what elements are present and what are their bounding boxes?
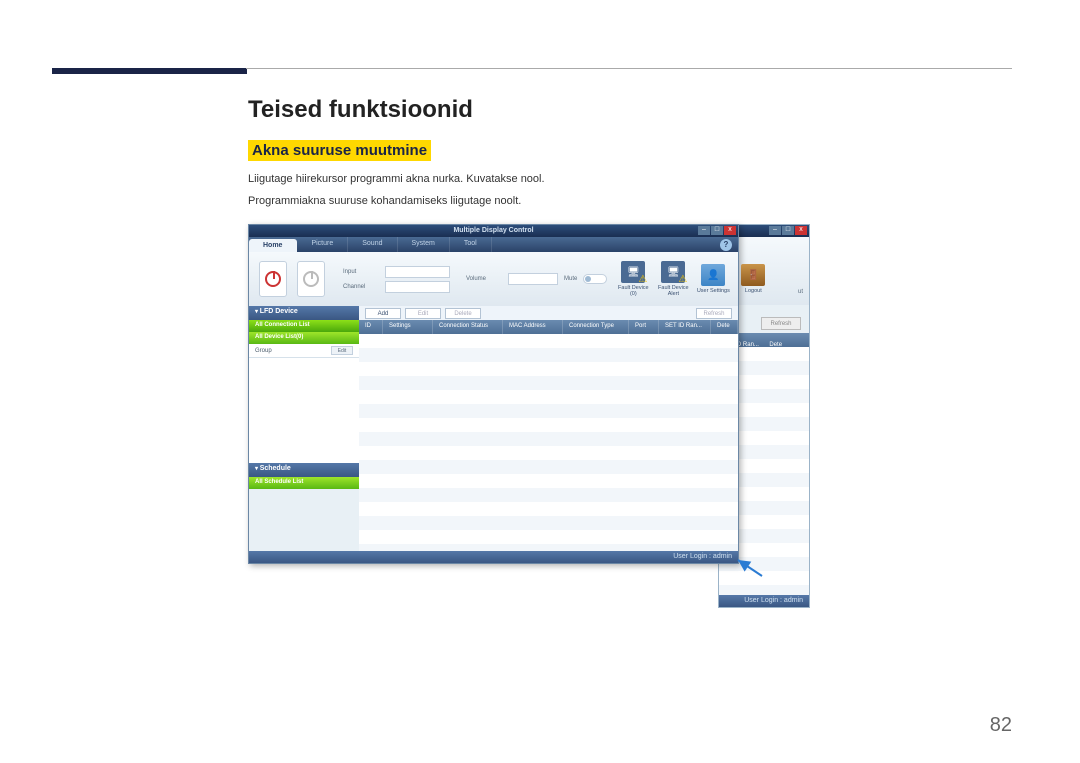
bg-min-button[interactable]: –	[769, 226, 781, 235]
power-off-button[interactable]	[297, 261, 325, 297]
bg-refresh-button[interactable]: Refresh	[761, 317, 801, 330]
input-field[interactable]	[385, 266, 450, 278]
power-on-button[interactable]	[259, 261, 287, 297]
logout-button[interactable]: 🚪 Logout	[735, 259, 771, 299]
content-area: Teised funktsioonid Akna suuruse muutmin…	[248, 96, 1008, 608]
page-number: 82	[990, 714, 1012, 737]
sidebar-schedule-header[interactable]: Schedule	[249, 463, 359, 477]
col-port[interactable]: Port	[629, 320, 659, 334]
para-2: Programmiakna suuruse kohandamiseks liig…	[248, 193, 1008, 211]
col-id[interactable]: ID	[359, 320, 383, 334]
monitor-warn-icon: 🖥	[621, 261, 645, 283]
door-icon: 🚪	[741, 264, 765, 286]
sidebar-all-device[interactable]: All Device List(0)	[249, 332, 359, 344]
sidebar-all-schedule[interactable]: All Schedule List	[249, 477, 359, 489]
window-title: Multiple Display Control	[249, 225, 738, 237]
channel-field[interactable]	[385, 281, 450, 293]
logout-label: Logout	[745, 288, 762, 294]
volume-label: Volume	[466, 276, 502, 282]
tab-sound[interactable]: Sound	[348, 237, 397, 252]
data-grid[interactable]	[359, 334, 738, 551]
window-controls: – □ x	[698, 226, 736, 235]
col-settings[interactable]: Settings	[383, 320, 433, 334]
action-row: Add Edit Delete Refresh	[359, 306, 738, 320]
fault-device-button[interactable]: 🖥 Fault Device (0)	[615, 259, 651, 299]
col-conn-type[interactable]: Connection Type	[563, 320, 629, 334]
sidebar: LFD Device All Connection List All Devic…	[249, 306, 359, 551]
para-1: Liigutage hiirekursor programmi akna nur…	[248, 171, 1008, 189]
sidebar-spacer	[249, 358, 359, 463]
channel-label: Channel	[343, 284, 379, 290]
max-button[interactable]: □	[711, 226, 723, 235]
header-rule	[246, 68, 1012, 69]
edit-button[interactable]: Edit	[405, 308, 441, 319]
heading-sub: Akna suuruse muutmine	[248, 140, 431, 161]
sidebar-lfd-header[interactable]: LFD Device	[249, 306, 359, 320]
user-settings-button[interactable]: 👤 User Settings	[695, 259, 731, 299]
close-button[interactable]: x	[724, 226, 736, 235]
status-bar: User Login : admin	[249, 551, 738, 563]
toolbar: Input Channel Volume Mute	[249, 252, 738, 306]
user-settings-label: User Settings	[697, 288, 730, 294]
col-mac[interactable]: MAC Address	[503, 320, 563, 334]
tab-bar: Home Picture Sound System Tool	[249, 237, 738, 252]
heading-main: Teised funktsioonid	[248, 96, 1008, 124]
delete-button[interactable]: Delete	[445, 308, 481, 319]
input-label: Input	[343, 269, 379, 275]
user-icon: 👤	[701, 264, 725, 286]
mute-toggle[interactable]	[583, 274, 607, 284]
volume-field[interactable]	[508, 273, 558, 285]
col-dete[interactable]: Dete	[711, 320, 738, 334]
bg-status-bar: User Login : admin	[719, 595, 809, 607]
tab-picture[interactable]: Picture	[297, 237, 348, 252]
monitor-alert-icon: 🖥	[661, 261, 685, 283]
tab-home[interactable]: Home	[249, 239, 297, 252]
sidebar-all-connection[interactable]: All Connection List	[249, 320, 359, 332]
bg-tool-label: ut	[798, 289, 803, 295]
sidebar-group-label: Group	[255, 348, 272, 354]
column-header: ID Settings Connection Status MAC Addres…	[359, 320, 738, 334]
col-conn-status[interactable]: Connection Status	[433, 320, 503, 334]
header-accent-bar	[52, 68, 247, 74]
add-button[interactable]: Add	[365, 308, 401, 319]
fault-device-label: Fault Device (0)	[615, 285, 651, 297]
app-window: Multiple Display Control – □ x Home Pict…	[248, 224, 739, 564]
bg-window-controls: – □ x	[769, 226, 807, 235]
col-setid[interactable]: SET ID Ran...	[659, 320, 711, 334]
bg-close-button[interactable]: x	[795, 226, 807, 235]
refresh-button[interactable]: Refresh	[696, 308, 732, 319]
tab-tool[interactable]: Tool	[450, 237, 492, 252]
min-button[interactable]: –	[698, 226, 710, 235]
power-on-icon	[265, 271, 281, 287]
bg-max-button[interactable]: □	[782, 226, 794, 235]
embedded-screenshot: – □ x ut Refresh SET ID Ran... Dete User…	[248, 224, 810, 608]
tab-system[interactable]: System	[398, 237, 450, 252]
power-off-icon	[303, 271, 319, 287]
fault-alert-label: Fault Device Alert	[655, 285, 691, 297]
mute-label: Mute	[564, 276, 577, 282]
fault-alert-button[interactable]: 🖥 Fault Device Alert	[655, 259, 691, 299]
sidebar-group-edit-button[interactable]: Edit	[331, 346, 353, 355]
sidebar-group-item[interactable]: Group Edit	[249, 344, 359, 358]
